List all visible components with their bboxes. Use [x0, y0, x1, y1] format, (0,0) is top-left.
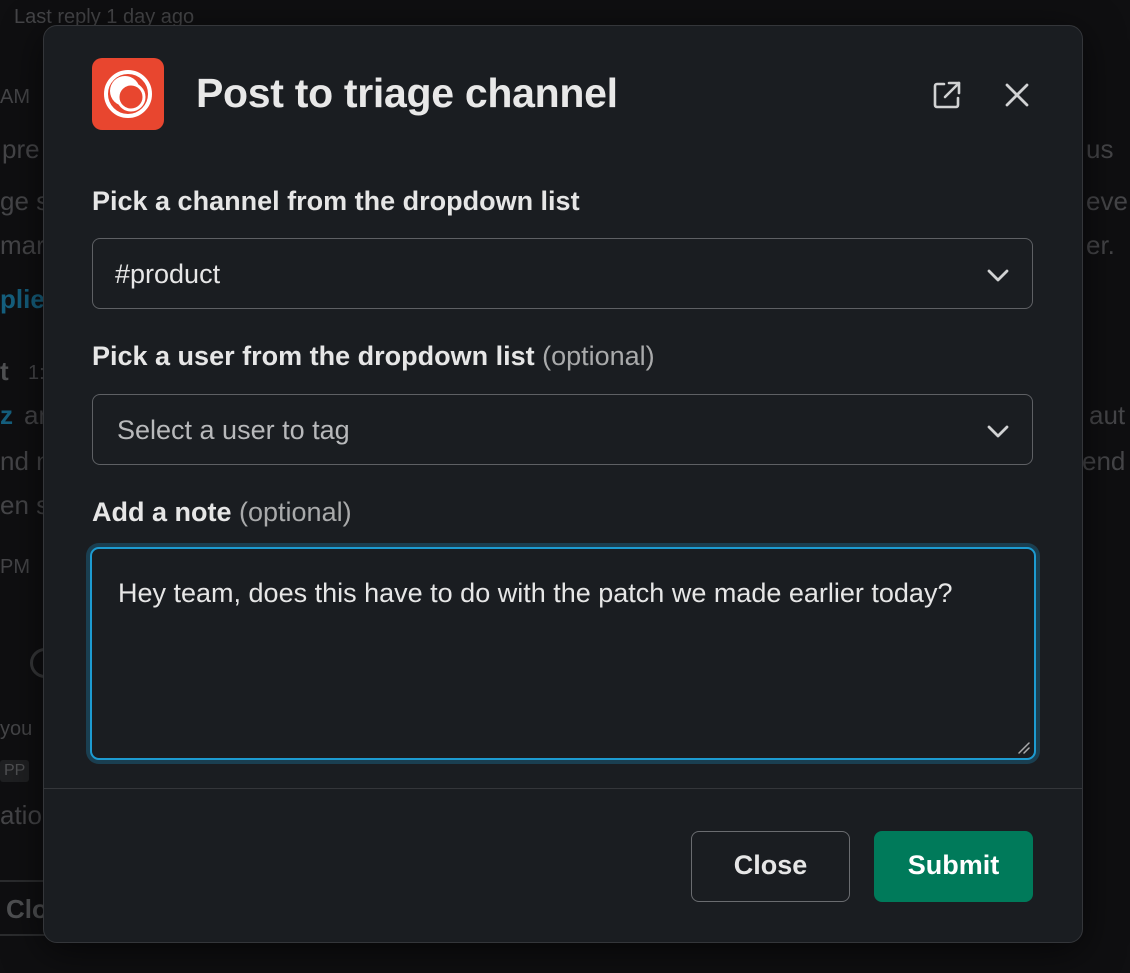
- popout-button[interactable]: [928, 76, 966, 114]
- user-select-placeholder: Select a user to tag: [117, 415, 350, 445]
- resize-handle-icon[interactable]: [1016, 740, 1030, 754]
- channel-field-label: Pick a channel from the dropdown list: [92, 186, 580, 217]
- close-x-icon: [1005, 83, 1029, 107]
- user-select[interactable]: Select a user to tag: [92, 394, 1033, 465]
- footer-divider: [44, 788, 1082, 789]
- app-logo-icon: [92, 58, 164, 130]
- note-optional-text: (optional): [239, 497, 352, 527]
- note-textarea-value: Hey team, does this have to do with the …: [118, 578, 953, 608]
- modal-header: Post to triage channel: [92, 58, 1042, 132]
- user-optional-text: (optional): [542, 341, 655, 371]
- channel-select[interactable]: #product: [92, 238, 1033, 309]
- external-link-icon: [933, 81, 961, 109]
- post-to-triage-modal: Post to triage channel Pick a channel fr…: [43, 25, 1083, 943]
- close-button[interactable]: Close: [691, 831, 850, 902]
- note-label-text: Add a note: [92, 497, 232, 527]
- note-textarea[interactable]: Hey team, does this have to do with the …: [90, 547, 1036, 760]
- user-field-label: Pick a user from the dropdown list (opti…: [92, 341, 655, 372]
- chevron-down-icon: [987, 269, 1009, 282]
- channel-label-text: Pick a channel from the dropdown list: [92, 186, 580, 216]
- note-field-label: Add a note (optional): [92, 497, 352, 528]
- channel-select-value: #product: [115, 259, 221, 289]
- user-label-text: Pick a user from the dropdown list: [92, 341, 535, 371]
- close-modal-button[interactable]: [998, 76, 1036, 114]
- modal-title: Post to triage channel: [196, 70, 618, 116]
- submit-button[interactable]: Submit: [874, 831, 1033, 902]
- chevron-down-icon: [987, 425, 1009, 438]
